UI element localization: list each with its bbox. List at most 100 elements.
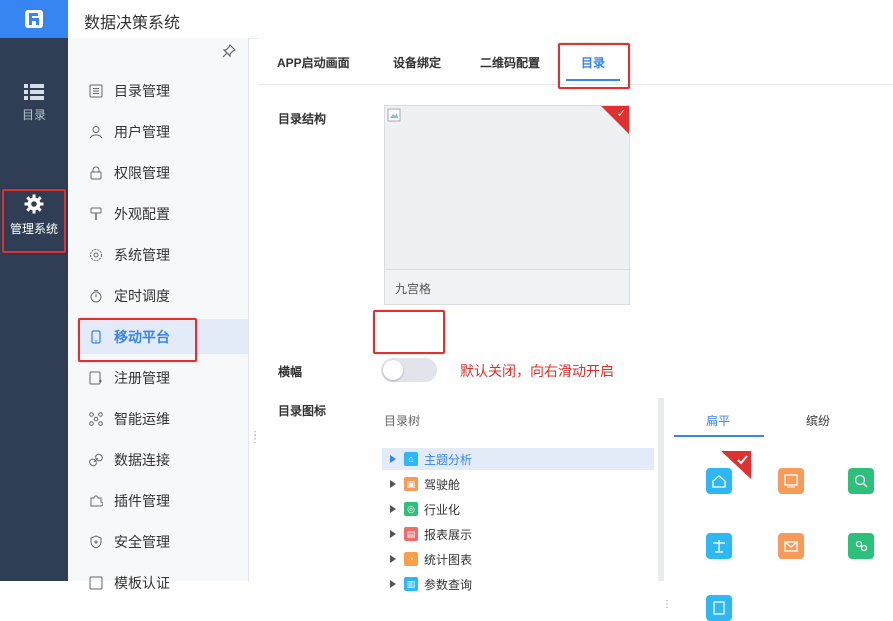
icon-tab-flat[interactable]: 扁平	[706, 412, 730, 429]
menu-item-label: 系统管理	[114, 246, 170, 263]
selected-corner-icon	[721, 451, 751, 479]
rail-item-admin[interactable]: 管理系统	[0, 194, 68, 237]
menu-item-label: 目录管理	[114, 82, 170, 99]
tab-catalog[interactable]: 目录	[581, 54, 605, 71]
search-icon: ◎	[404, 502, 418, 516]
tab-bar: APP启动画面 设备绑定 二维码配置 目录	[258, 38, 893, 85]
structure-label: 目录结构	[278, 112, 327, 126]
expand-arrow-icon[interactable]	[390, 455, 396, 463]
expand-arrow-icon[interactable]	[390, 530, 396, 538]
tree-item[interactable]: ▤ 报表展示	[382, 523, 654, 545]
menu-item-template[interactable]: 模板认证	[78, 565, 248, 600]
menu-item-label: 注册管理	[114, 369, 170, 386]
icon-tab-active-indicator	[674, 435, 764, 437]
broken-image-icon	[387, 108, 401, 122]
icon-label: 目录图标	[278, 404, 327, 418]
home-icon: ⌂	[404, 452, 418, 466]
tree-item[interactable]: ▣ 驾驶舱	[382, 473, 654, 495]
rail-item-label: 管理系统	[9, 222, 58, 236]
tab-qrcode[interactable]: 二维码配置	[480, 54, 540, 71]
structure-card-grid[interactable]: ✓ 九宫格	[384, 105, 630, 305]
list-icon	[24, 84, 44, 100]
menu-item-mobile[interactable]: 移动平台	[78, 319, 248, 354]
menu-item-label: 定时调度	[114, 287, 170, 304]
team-icon[interactable]	[848, 533, 874, 559]
menu-item-label: 模板认证	[114, 574, 170, 591]
timer-icon	[88, 288, 104, 304]
expand-arrow-icon[interactable]	[390, 555, 396, 563]
menu-item-appearance[interactable]: 外观配置	[78, 196, 248, 231]
tree-item[interactable]: ◔ 统计图表	[382, 548, 654, 570]
menu-item-label: 安全管理	[114, 533, 170, 550]
menu-item-dataconn[interactable]: 数据连接	[78, 442, 248, 477]
expand-arrow-icon[interactable]	[390, 480, 396, 488]
mobile-icon	[88, 329, 104, 345]
tree-item[interactable]: ⌂ 主题分析	[382, 448, 654, 470]
menu-item-ops[interactable]: 智能运维	[78, 401, 248, 436]
left-rail: 目录 管理系统	[0, 38, 68, 581]
tree-item[interactable]: ◎ 行业化	[382, 498, 654, 520]
rail-item-catalog[interactable]: 目录	[0, 84, 68, 123]
catalog-tree-panel: 目录树 ⌂ 主题分析 ▣ 驾驶舱 ◎ 行业化 ▤ 报表展示 ◔ 统计图表 ▥ 参…	[374, 398, 664, 592]
tree-item-label: 主题分析	[424, 452, 473, 467]
tree-item-label: 统计图表	[424, 552, 473, 567]
top-bar: 数据决策系统	[0, 0, 893, 39]
menu-item-label: 外观配置	[114, 205, 170, 222]
tree-item-label: 行业化	[424, 502, 461, 517]
link-icon	[88, 452, 104, 468]
menu-item-users[interactable]: 用户管理	[78, 114, 248, 149]
menu-item-label: 权限管理	[114, 164, 170, 181]
panel-resize-handle[interactable]: ⋮	[662, 600, 672, 610]
logo-icon	[25, 10, 43, 28]
tab-active-indicator	[566, 79, 620, 81]
menu-item-scheduler[interactable]: 定时调度	[78, 278, 248, 313]
tree-header: 目录树	[384, 414, 421, 428]
landscape-note: 默认关闭，向右滑动开启	[460, 363, 614, 379]
search-icon[interactable]	[848, 468, 874, 494]
cockpit-icon: ▣	[404, 477, 418, 491]
balance-icon[interactable]	[706, 533, 732, 559]
menu-item-label: 插件管理	[114, 492, 170, 509]
catalog-icon	[88, 83, 104, 99]
user-icon	[88, 124, 104, 140]
report-icon: ▤	[404, 527, 418, 541]
menu-item-label: 移动平台	[114, 328, 170, 345]
menu-item-register[interactable]: 注册管理	[78, 360, 248, 395]
toggle-knob	[383, 360, 403, 380]
ops-icon	[88, 411, 104, 427]
rail-item-label: 目录	[21, 108, 46, 122]
menu-item-security[interactable]: 安全管理	[78, 524, 248, 559]
structure-preview-image	[385, 106, 629, 270]
catalog-panel: 目录结构 ✓ 九宫格 横幅 默认关闭，向右滑动开启 目录图标 目录树 ⌂ 主题分…	[258, 93, 893, 621]
pin-icon[interactable]	[222, 44, 236, 58]
menu-item-label: 用户管理	[114, 123, 170, 140]
structure-caption: 九宫格	[395, 282, 432, 296]
menu-item-permissions[interactable]: 权限管理	[78, 155, 248, 190]
menu-item-catalog[interactable]: 目录管理	[78, 73, 248, 108]
tree-item[interactable]: ▥ 参数查询	[382, 573, 654, 595]
tab-app-splash[interactable]: APP启动画面	[277, 54, 350, 71]
cockpit-icon[interactable]	[778, 468, 804, 494]
landscape-label: 横幅	[278, 365, 303, 379]
tree-item-label: 驾驶舱	[424, 477, 461, 492]
expand-arrow-icon[interactable]	[390, 580, 396, 588]
check-icon: ✓	[616, 108, 626, 120]
gear-icon	[24, 194, 44, 214]
app-title: 数据决策系统	[84, 15, 181, 32]
menu-item-system[interactable]: 系统管理	[78, 237, 248, 272]
logo	[0, 0, 68, 38]
mail-icon[interactable]	[778, 533, 804, 559]
lock-icon	[88, 165, 104, 181]
tab-device-binding[interactable]: 设备绑定	[393, 54, 441, 71]
admin-menu: 目录管理 用户管理 权限管理 外观配置 系统管理 定时调度 移动平台 注册管理 …	[68, 38, 260, 591]
template-icon	[88, 575, 104, 591]
landscape-toggle[interactable]	[381, 358, 437, 382]
menu-item-label: 智能运维	[114, 410, 170, 427]
icon-tab-colorful[interactable]: 缤纷	[806, 412, 830, 429]
pie-chart-icon: ◔	[404, 552, 418, 566]
document-icon[interactable]	[706, 595, 732, 621]
icon-picker-panel: 扁平 缤纷	[664, 398, 893, 621]
brush-icon	[88, 206, 104, 222]
menu-item-plugins[interactable]: 插件管理	[78, 483, 248, 518]
expand-arrow-icon[interactable]	[390, 505, 396, 513]
